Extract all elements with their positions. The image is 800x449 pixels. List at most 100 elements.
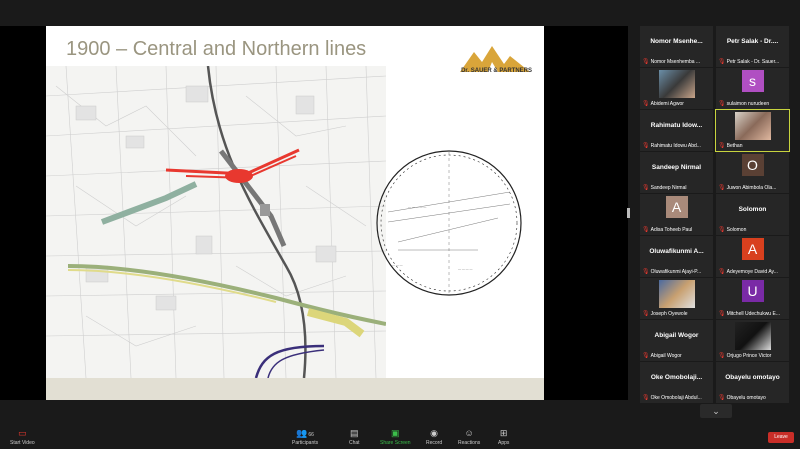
participant-tile[interactable]: 🎙 Orjugo Prince Victor xyxy=(716,320,789,361)
participant-name-label: 🎙 Petr Salak - Dr. Sauer... xyxy=(718,58,787,66)
participant-name: Abigail Wogor xyxy=(650,352,682,359)
reactions-button[interactable]: ☺ Reactions xyxy=(458,427,480,446)
participant-video-feed xyxy=(734,112,771,140)
panel-resize-handle[interactable] xyxy=(627,208,630,218)
participant-name-label: 🎙 Mitchell Udechukwu E... xyxy=(718,310,787,318)
leave-button[interactable]: Leave xyxy=(768,432,794,443)
participant-tile[interactable]: 🎙 Bethan xyxy=(715,109,790,152)
participant-name: sulaimon nurudeen xyxy=(726,100,770,107)
participant-tile[interactable]: Oluwafikunmi A... 🎙 Oluwafikunmi Ajayi-P..… xyxy=(640,236,713,277)
participant-name: Bethan xyxy=(726,142,743,149)
participant-name-label: 🎙 Adeyemoye David Ay... xyxy=(718,268,787,276)
participant-name: Oke Omobolaji Abdul... xyxy=(650,394,702,401)
participant-name: Abidemi Agwor xyxy=(650,100,684,107)
start-video-button[interactable]: ▭ Start Video xyxy=(10,427,35,446)
participant-name: Sandeep Nirmal xyxy=(650,184,687,191)
participant-tile[interactable]: Obayelu omotayo 🎙 Obayelu omotayo xyxy=(716,362,789,403)
avatar: A xyxy=(665,196,688,218)
participant-video-feed xyxy=(658,70,695,98)
participant-name: Petr Salak - Dr. Sauer... xyxy=(726,58,780,65)
participant-name: Adeyemoye David Ay... xyxy=(726,268,778,275)
meeting-toolbar: ▭ Start Video 👥66 Participants ▤ Chat ▣ … xyxy=(0,424,800,449)
participant-tile[interactable]: A 🎙 Adeyemoye David Ay... xyxy=(716,236,789,277)
participant-name: Rahimatu Idowu Abd... xyxy=(650,142,701,149)
participant-name-label: 🎙 Joseph Oyewole xyxy=(642,310,711,318)
participant-tile[interactable]: A 🎙 Adisa Toheeb Paul xyxy=(640,194,713,235)
participant-display-name: Abigail Wogor xyxy=(654,332,699,339)
participant-tile[interactable]: Rahimatu Idow... 🎙 Rahimatu Idowu Abd... xyxy=(640,110,713,151)
avatar: s xyxy=(741,70,764,92)
share-screen-button[interactable]: ▣ Share Screen xyxy=(380,427,411,446)
mic-muted-icon: 🎙 xyxy=(718,185,726,191)
participant-tile[interactable]: Petr Salak - Dr.... 🎙 Petr Salak - Dr. Sau… xyxy=(716,26,789,67)
apps-label: Apps xyxy=(498,440,510,446)
mic-muted-icon: 🎙 xyxy=(718,311,726,317)
svg-text:— — — —: — — — — xyxy=(458,267,473,271)
record-icon: ◉ xyxy=(430,428,438,438)
mic-muted-icon: 🎙 xyxy=(718,269,726,275)
participant-display-name: Nomor Msenhe... xyxy=(650,38,703,45)
apps-button[interactable]: ⊞ Apps xyxy=(498,427,509,446)
participant-name-label: 🎙 Juwon Abimbola Ola... xyxy=(718,184,787,192)
participant-name-label: 🎙 Abidemi Agwor xyxy=(642,100,711,108)
chat-button[interactable]: ▤ Chat xyxy=(349,427,360,446)
participant-video-feed xyxy=(658,280,695,308)
participant-name: Nomor Msenhemba ... xyxy=(650,58,701,65)
participants-icon: 👥 xyxy=(296,428,308,438)
gallery-scroll-down-button[interactable]: ⌄ xyxy=(700,404,732,418)
zoom-meeting-window: 1900 – Central and Northern lines Dr. SA… xyxy=(0,0,800,449)
participants-button[interactable]: 👥66 Participants xyxy=(292,427,318,446)
participant-name: Adisa Toheeb Paul xyxy=(650,226,693,233)
participant-gallery: Nomor Msenhe... 🎙 Nomor Msenhemba ... Petr … xyxy=(640,26,792,418)
participant-name-label: 🎙 Abigail Wogor xyxy=(642,352,711,360)
participant-tile[interactable]: 🎙 Joseph Oyewole xyxy=(640,278,713,319)
participant-name-label: 🎙 Nomor Msenhemba ... xyxy=(642,58,711,66)
avatar: U xyxy=(741,280,764,302)
participant-name-label: 🎙 Rahimatu Idowu Abd... xyxy=(642,142,711,150)
participant-display-name: Oluwafikunmi A... xyxy=(649,248,704,255)
mic-muted-icon: 🎙 xyxy=(642,353,650,359)
participant-tile[interactable]: Sandeep Nirmal 🎙 Sandeep Nirmal xyxy=(640,152,713,193)
avatar: A xyxy=(741,238,764,260)
participant-name: Mitchell Udechukwu E... xyxy=(726,310,780,317)
participant-name: Juwon Abimbola Ola... xyxy=(726,184,777,191)
participant-name-label: 🎙 Oluwafikunmi Ajayi-P... xyxy=(642,268,711,276)
participant-name-label: 🎙 Oke Omobolaji Abdul... xyxy=(642,394,711,402)
mic-muted-icon: 🎙 xyxy=(718,59,726,65)
participant-name: Orjugo Prince Victor xyxy=(726,352,772,359)
mic-muted-icon: 🎙 xyxy=(718,227,726,233)
street-map xyxy=(46,66,386,378)
apps-icon: ⊞ xyxy=(499,428,508,438)
share-screen-label: Share Screen xyxy=(380,440,411,446)
mic-muted-icon: 🎙 xyxy=(642,395,650,401)
logo-text: Dr. SAUER & PARTNERS xyxy=(461,68,532,74)
chevron-down-icon: ⌄ xyxy=(712,406,720,416)
presentation-slide: 1900 – Central and Northern lines Dr. SA… xyxy=(46,26,544,400)
record-label: Record xyxy=(426,440,443,446)
participant-name-label: 🎙 Solomon xyxy=(718,226,787,234)
participant-tile[interactable]: U 🎙 Mitchell Udechukwu E... xyxy=(716,278,789,319)
avatar: O xyxy=(741,154,764,176)
mic-muted-icon: 🎙 xyxy=(718,353,726,359)
participant-name-label: 🎙 Orjugo Prince Victor xyxy=(718,352,787,360)
tunnel-cross-section-diagram: — — — — — — — — — — — — xyxy=(376,150,522,296)
participant-tile[interactable]: Nomor Msenhe... 🎙 Nomor Msenhemba ... xyxy=(640,26,713,67)
mic-muted-icon: 🎙 xyxy=(642,311,650,317)
participant-display-name: Sandeep Nirmal xyxy=(651,164,702,171)
participant-tile[interactable]: Solomon 🎙 Solomon xyxy=(716,194,789,235)
participant-name-label: 🎙 Adisa Toheeb Paul xyxy=(642,226,711,234)
participant-name-label: 🎙 sulaimon nurudeen xyxy=(718,100,787,108)
chat-icon: ▤ xyxy=(350,428,359,438)
record-button[interactable]: ◉ Record xyxy=(426,427,442,446)
participant-tile[interactable]: Abigail Wogor 🎙 Abigail Wogor xyxy=(640,320,713,361)
participants-label: Participants xyxy=(292,440,319,446)
slide-title: 1900 – Central and Northern lines xyxy=(66,38,367,60)
mic-muted-icon: 🎙 xyxy=(642,227,650,233)
participant-tile[interactable]: 🎙 Abidemi Agwor xyxy=(640,68,713,109)
participant-tile[interactable]: Oke Omobolaji... 🎙 Oke Omobolaji Abdul... xyxy=(640,362,713,403)
mic-muted-icon: 🎙 xyxy=(718,143,726,149)
participant-tile[interactable]: s 🎙 sulaimon nurudeen xyxy=(716,68,789,109)
svg-text:— — — — —: — — — — — xyxy=(408,205,426,209)
participant-tile[interactable]: O 🎙 Juwon Abimbola Ola... xyxy=(716,152,789,193)
slide-footer-bar xyxy=(46,378,544,400)
